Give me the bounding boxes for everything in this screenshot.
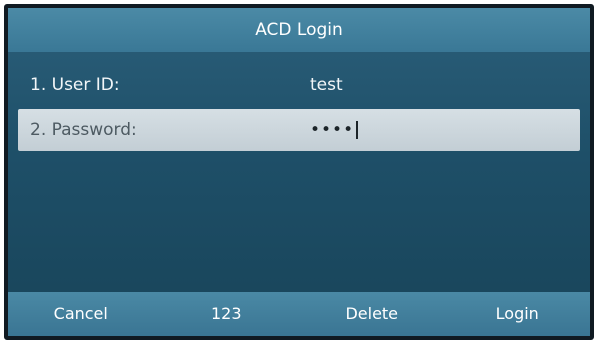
input-mode-softkey[interactable]: 123 (154, 292, 300, 336)
password-masked-text: •••• (310, 120, 355, 140)
password-label: 2. Password: (30, 120, 137, 140)
delete-softkey[interactable]: Delete (299, 292, 445, 336)
user-id-label: 1. User ID: (30, 75, 120, 95)
password-field[interactable]: 2. Password: •••• (18, 109, 580, 151)
cancel-softkey[interactable]: Cancel (8, 292, 154, 336)
softkey-bar: Cancel 123 Delete Login (8, 292, 590, 336)
phone-screen: ACD Login 1. User ID: test 2. Password: … (4, 4, 594, 340)
password-value: •••• (310, 109, 359, 151)
screen-title: ACD Login (8, 8, 590, 52)
login-softkey[interactable]: Login (445, 292, 591, 336)
text-cursor (356, 121, 359, 139)
user-id-value: test (310, 75, 343, 95)
user-id-field[interactable]: 1. User ID: test (18, 64, 580, 106)
